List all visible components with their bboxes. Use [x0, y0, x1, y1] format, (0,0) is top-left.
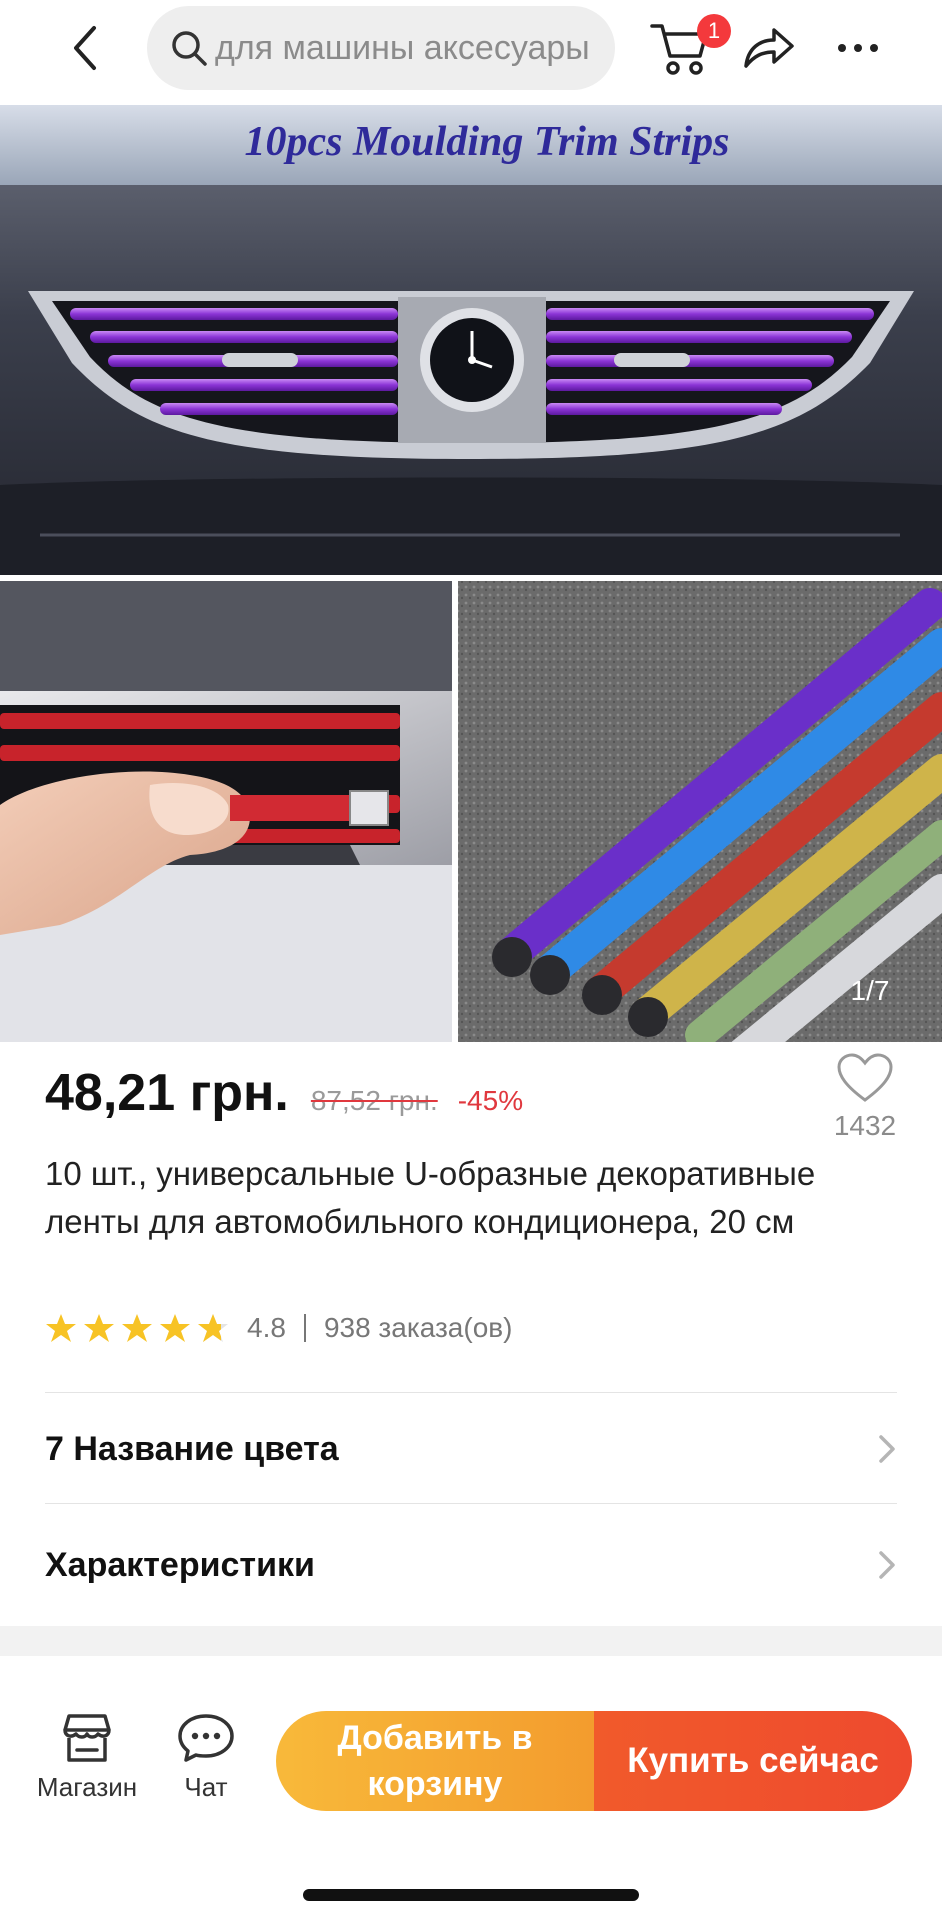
search-bar[interactable]	[147, 6, 615, 90]
store-icon	[63, 1714, 111, 1762]
search-icon	[172, 31, 207, 66]
search-input[interactable]	[215, 28, 615, 68]
current-price: 48,21 грн.	[45, 1064, 289, 1122]
buy-now-button[interactable]: Купить сейчас	[594, 1711, 912, 1811]
top-bar: 1	[0, 0, 942, 105]
cta-group: Добавить в корзину Купить сейчас	[276, 1711, 912, 1811]
add-to-cart-button[interactable]: Добавить в корзину	[276, 1711, 594, 1811]
chat-icon	[178, 1714, 234, 1762]
more-icon-dot	[870, 44, 878, 52]
share-button[interactable]	[740, 24, 796, 72]
chevron-right-icon	[879, 1435, 895, 1463]
more-button[interactable]	[830, 28, 886, 68]
specs-row[interactable]: Характеристики	[0, 1510, 942, 1620]
heart-icon	[837, 1053, 893, 1102]
star-half-icon	[198, 1314, 228, 1342]
old-price: 87,52 грн.	[310, 1085, 438, 1116]
image-page-indicator: 1/7	[850, 975, 890, 1006]
divider	[45, 1503, 897, 1504]
back-arrow-icon	[74, 26, 96, 70]
orders-count: 938 заказа(ов)	[323, 1312, 513, 1343]
rating-row[interactable]: 4.8 938 заказа(ов)	[45, 1308, 512, 1348]
chat-button[interactable]: Чат	[151, 1712, 261, 1803]
color-option-row[interactable]: 7 Название цвета	[0, 1394, 942, 1504]
rating-separator	[303, 1314, 306, 1342]
section-separator	[0, 1626, 942, 1656]
rating-stars	[45, 1312, 235, 1344]
home-indicator[interactable]	[303, 1889, 639, 1901]
chat-label: Чат	[184, 1772, 228, 1802]
rating-value: 4.8	[247, 1312, 286, 1343]
specs-label: Характеристики	[45, 1545, 315, 1584]
more-icon-dot	[854, 44, 862, 52]
discount-badge: -45%	[457, 1085, 524, 1116]
store-label: Магазин	[36, 1772, 138, 1802]
store-button[interactable]: Магазин	[32, 1712, 142, 1803]
star-icon	[160, 1314, 190, 1342]
back-button[interactable]	[60, 18, 110, 78]
more-icon-dot	[838, 44, 846, 52]
star-icon	[122, 1314, 152, 1342]
wishlist-button[interactable]: 1432	[820, 1052, 910, 1162]
color-option-label: 7 Название цвета	[45, 1429, 339, 1468]
star-icon	[84, 1314, 114, 1342]
product-image-gallery[interactable]: 10pcs Moulding Trim Strips 1/7	[0, 105, 942, 1042]
price-row: 48,21 грн. 87,52 грн. -45%	[45, 1063, 805, 1123]
star-icon	[46, 1314, 76, 1342]
share-icon	[744, 28, 794, 68]
divider	[45, 1392, 897, 1393]
cart-badge: 1	[697, 14, 731, 48]
wishlist-count: 1432	[833, 1110, 897, 1141]
chevron-right-icon	[879, 1551, 895, 1579]
product-image: 10pcs Moulding Trim Strips	[0, 105, 942, 1042]
product-title: 10 шт., универсальные U-образные декорат…	[45, 1155, 816, 1240]
banner-text: 10pcs Moulding Trim Strips	[244, 119, 729, 165]
